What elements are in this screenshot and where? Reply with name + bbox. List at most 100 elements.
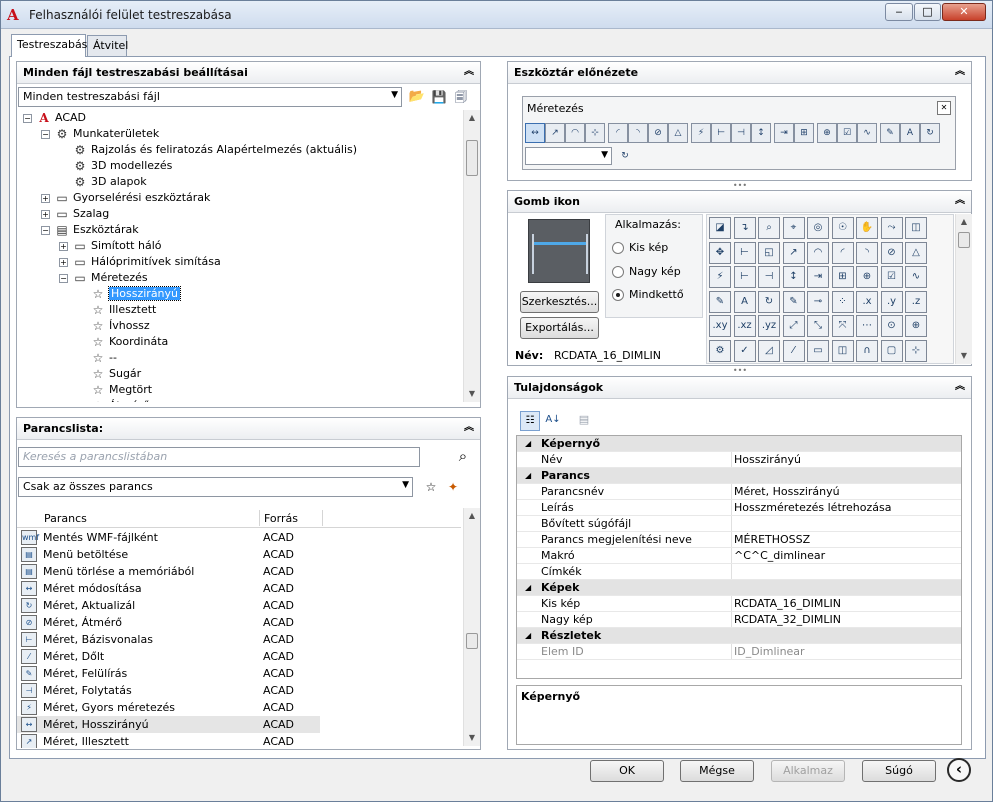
tree-item[interactable]: ☆ --: [90, 350, 117, 366]
image-choice-icon[interactable]: ◜: [831, 241, 854, 264]
scroll-up-icon[interactable]: ▲: [956, 214, 972, 230]
image-choice-icon[interactable]: ⊕: [856, 266, 878, 288]
image-choice-icon[interactable]: .x: [856, 290, 878, 313]
tree-item[interactable]: + ▭ Gyorselérési eszköztárak: [41, 190, 210, 206]
image-choice-icon[interactable]: ◱: [758, 241, 780, 264]
property-grid[interactable]: ◢ Képernyő Név Hosszirányú ◢ Parancs Parancsné…: [516, 435, 962, 679]
collapse-icon[interactable]: ︽: [462, 421, 476, 435]
tree-item[interactable]: ☆ Koordináta: [90, 334, 169, 350]
scroll-thumb[interactable]: [466, 140, 478, 176]
scroll-down-icon[interactable]: ▼: [464, 730, 480, 746]
property-category[interactable]: ◢ Részletek: [517, 628, 961, 644]
search-icon[interactable]: ⌕: [453, 446, 473, 466]
property-row[interactable]: Címkék: [517, 564, 961, 580]
image-choice-icon[interactable]: ⊸: [807, 290, 829, 313]
tree-item[interactable]: ⚙ 3D alapok: [72, 174, 147, 190]
collapse-tree-icon[interactable]: −: [41, 129, 50, 139]
image-choice-icon[interactable]: .z: [905, 290, 927, 313]
toolbar-button-icon[interactable]: ◠: [565, 123, 585, 143]
tree-item[interactable]: − ▭ Méretezés: [59, 270, 148, 286]
radio-small-image[interactable]: Kis kép: [612, 241, 668, 254]
image-choice-icon[interactable]: ⊹: [905, 339, 927, 362]
image-choice-icon[interactable]: A: [733, 290, 756, 313]
image-choice-icon[interactable]: △: [905, 241, 927, 264]
command-list[interactable]: Parancs Forrás wmf Mentés WMF-fájlként ACA…: [17, 508, 477, 748]
categorized-icon[interactable]: ☷: [520, 411, 540, 431]
command-row[interactable]: ⊘ Méret, Átmérő ACAD: [17, 614, 320, 631]
image-choice-icon[interactable]: ✥: [709, 241, 731, 264]
image-choice-icon[interactable]: ◪: [709, 217, 731, 239]
collapse-category-icon[interactable]: ◢: [525, 436, 531, 452]
property-category[interactable]: ◢ Parancs: [517, 468, 961, 484]
toolbar-button-icon[interactable]: ↕: [751, 123, 771, 143]
tree-item[interactable]: ☆ Illesztett: [90, 302, 157, 318]
toolbar-button-icon[interactable]: ⊣: [731, 123, 751, 143]
toolbar-button-icon[interactable]: ↻: [920, 123, 940, 143]
tree-item[interactable]: ☆ Megtört: [90, 382, 153, 398]
image-choice-icon[interactable]: ▢: [880, 339, 903, 362]
command-row[interactable]: ⚡ Méret, Gyors méretezés ACAD: [17, 699, 320, 716]
property-row[interactable]: Kis kép RCDATA_16_DIMLIN: [517, 596, 961, 612]
command-row[interactable]: ⊢ Méret, Bázisvonalas ACAD: [17, 631, 320, 648]
tree-item[interactable]: ☆Átmérő: [90, 398, 150, 402]
toolbar-button-icon[interactable]: △: [668, 123, 688, 143]
scroll-thumb[interactable]: [958, 232, 970, 248]
image-choice-icon[interactable]: .xz: [733, 315, 756, 337]
cancel-button[interactable]: Mégse: [680, 760, 754, 782]
image-choice-icon[interactable]: ◎: [807, 217, 829, 239]
expand-icon[interactable]: +: [41, 193, 50, 203]
image-choice-icon[interactable]: ◿: [758, 339, 780, 362]
save-as-icon[interactable]: 🗐: [452, 88, 470, 106]
tree-item[interactable]: − ⚙ Munkaterületek: [41, 126, 159, 142]
column-command[interactable]: Parancs: [44, 512, 87, 525]
tree-item[interactable]: ☆ Ívhossz: [90, 318, 150, 334]
image-choice-icon[interactable]: ↴: [733, 217, 756, 239]
image-choice-icon[interactable]: ⊙: [880, 315, 903, 337]
property-row[interactable]: Makró ^C^C_dimlinear: [517, 548, 961, 564]
toolbar-button-icon[interactable]: ⚡: [691, 123, 711, 143]
toolbar-button-icon[interactable]: ⊞: [794, 123, 814, 143]
collapse-tree-icon[interactable]: −: [59, 273, 68, 283]
command-row[interactable]: ▤ Menü betöltése ACAD: [17, 546, 320, 563]
expand-icon[interactable]: +: [59, 257, 68, 267]
open-file-icon[interactable]: 📂: [408, 88, 426, 106]
image-choice-icon[interactable]: ⚡: [709, 266, 731, 288]
toolbar-button-icon[interactable]: ✎: [880, 123, 900, 143]
edit-image-button[interactable]: Szerkesztés...: [520, 291, 599, 313]
expand-icon[interactable]: +: [59, 241, 68, 251]
command-search-input[interactable]: Keresés a parancslistában: [18, 447, 420, 467]
command-row[interactable]: ▤ Menü törlése a memóriából ACAD: [17, 563, 320, 580]
property-value[interactable]: ^C^C_dimlinear: [731, 548, 961, 564]
property-row[interactable]: Leírás Hosszméretezés létrehozása: [517, 500, 961, 516]
tree-item[interactable]: ☆ Hosszirányú: [90, 286, 182, 302]
property-value[interactable]: ID_Dimlinear: [731, 644, 961, 660]
tree-item[interactable]: − A ACAD: [23, 110, 86, 126]
property-row[interactable]: Parancs megjelenítési neve MÉRETHOSSZ: [517, 532, 961, 548]
splitter-handle[interactable]: •••: [725, 367, 755, 375]
tree-scrollbar[interactable]: ▲ ▼: [463, 110, 480, 402]
collapse-category-icon[interactable]: ◢: [525, 628, 531, 644]
find-command-icon[interactable]: ☆: [422, 478, 440, 496]
image-choice-icon[interactable]: ☑: [880, 266, 903, 288]
property-value[interactable]: RCDATA_32_DIMLIN: [731, 612, 961, 628]
toolbar-button-icon[interactable]: A: [900, 123, 920, 143]
property-value[interactable]: MÉRETHOSSZ: [731, 532, 961, 548]
close-icon[interactable]: ✕: [937, 101, 951, 115]
dimension-update-icon[interactable]: ↻: [615, 146, 635, 166]
scroll-up-icon[interactable]: ▲: [464, 110, 480, 126]
apply-button[interactable]: Alkalmaz: [771, 760, 845, 782]
collapse-category-icon[interactable]: ◢: [525, 580, 531, 596]
image-choice-icon[interactable]: ↻: [758, 290, 780, 313]
dimstyle-dropdown[interactable]: ▼: [525, 147, 612, 165]
save-icon[interactable]: 💾: [430, 88, 448, 106]
image-choice-icon[interactable]: ⤧: [831, 315, 854, 337]
command-row[interactable]: ↻ Méret, Aktualizál ACAD: [17, 597, 320, 614]
collapse-tree-icon[interactable]: −: [23, 113, 32, 123]
tab-transfer[interactable]: Átvitel: [87, 35, 128, 56]
image-choice-icon[interactable]: ⌕: [758, 217, 780, 239]
minimize-button[interactable]: ‒: [885, 3, 913, 21]
image-choice-icon[interactable]: ⁄: [782, 339, 805, 362]
property-row[interactable]: Bővített súgófájl: [517, 516, 961, 532]
image-choice-icon[interactable]: ∿: [905, 266, 927, 288]
image-choice-icon[interactable]: ⤡: [807, 315, 829, 337]
